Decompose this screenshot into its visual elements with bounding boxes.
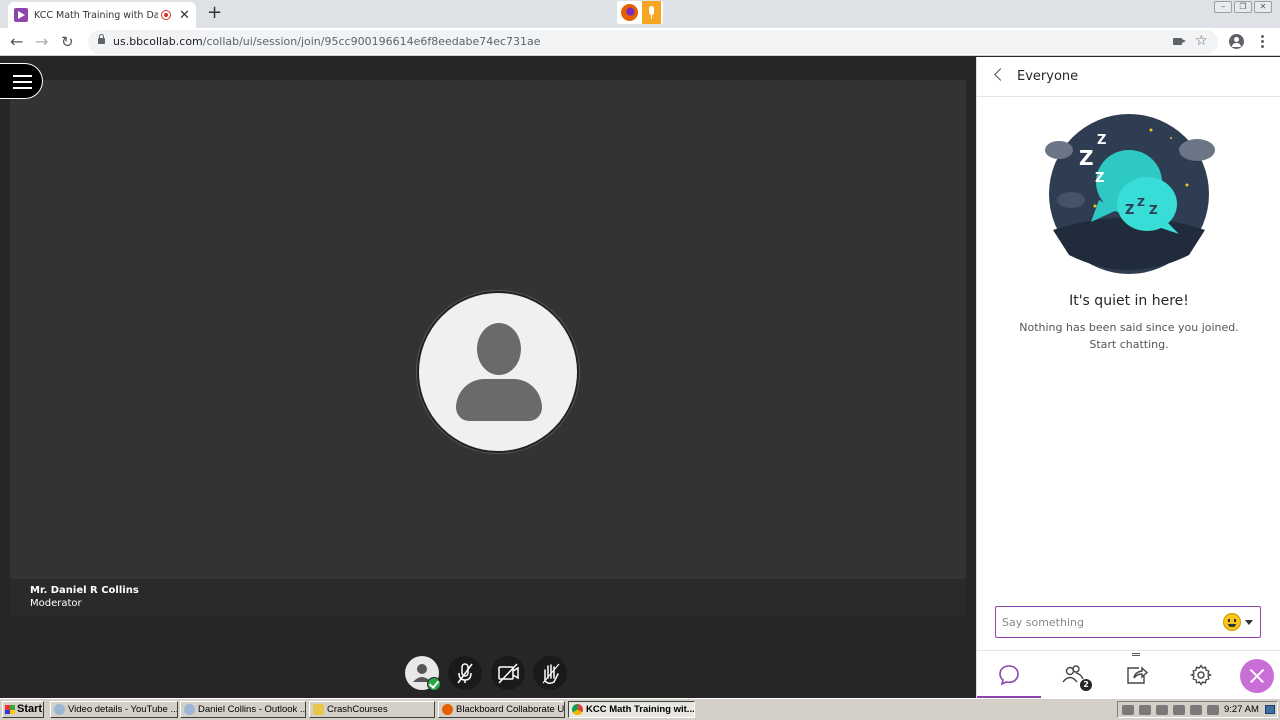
avatar-body-shape (456, 379, 542, 421)
emoji-dropdown-icon[interactable] (1245, 620, 1253, 625)
camera-in-use-icon[interactable] (1173, 38, 1186, 45)
security-icon[interactable] (1190, 705, 1202, 715)
share-content-icon (1127, 666, 1149, 684)
microphone-toggle-button[interactable] (448, 656, 482, 690)
chat-icon (999, 665, 1019, 686)
back-chevron-icon[interactable] (994, 68, 1007, 81)
address-text: us.bbcollab.com/collab/ui/session/join/9… (113, 35, 541, 48)
main-stage: Mr. Daniel R Collins Moderator (0, 57, 976, 698)
browser-icon (184, 704, 195, 715)
folder-icon (313, 704, 324, 715)
hamburger-line (13, 81, 32, 83)
taskbar-item-kcc-math[interactable]: KCC Math Training wit... (568, 701, 695, 718)
minimize-icon[interactable]: – (1214, 1, 1232, 13)
my-status-button[interactable] (405, 656, 441, 691)
microphone-in-use-icon[interactable] (642, 1, 661, 24)
panel-title: Everyone (1017, 69, 1079, 84)
bookmark-star-icon[interactable]: ☆ (1195, 33, 1208, 49)
presenter-role: Moderator (30, 598, 82, 609)
tab-settings[interactable] (1169, 651, 1233, 699)
chat-message-field[interactable] (995, 606, 1261, 638)
svg-text:Z: Z (1137, 196, 1145, 209)
tab-title: KCC Math Training with Dan Co (34, 9, 158, 21)
account-icon[interactable] (1229, 34, 1244, 49)
reload-icon[interactable]: ↻ (61, 32, 74, 52)
taskbar-item-blackboard[interactable]: Blackboard Collaborate U... (438, 701, 565, 718)
microphone-off-icon (457, 663, 473, 684)
svg-text:Z: Z (1095, 171, 1104, 186)
usb-icon[interactable] (1173, 705, 1185, 715)
window-controls: – ❐ ✕ (1214, 1, 1272, 13)
taskbar-item-youtube[interactable]: Video details - YouTube ... (50, 701, 178, 718)
sync-icon[interactable] (1156, 705, 1168, 715)
restore-icon[interactable]: ❐ (1234, 1, 1252, 13)
empty-chat-title: It's quiet in here! (1069, 293, 1189, 309)
video-area: Mr. Daniel R Collins Moderator (10, 80, 966, 617)
tab-chat[interactable] (977, 651, 1041, 699)
tab-close-icon[interactable]: ✕ (179, 9, 190, 22)
panel-tab-bar: 2 (977, 650, 1280, 699)
recording-indicator-icon (161, 10, 171, 20)
svg-text:Z: Z (1079, 146, 1094, 170)
svg-text:Z: Z (1125, 203, 1134, 218)
hamburger-line (13, 87, 32, 89)
attendee-count-badge: 2 (1080, 679, 1092, 691)
svg-text:Z: Z (1097, 133, 1106, 148)
windows-taskbar: Start Video details - YouTube ... Daniel… (0, 698, 1280, 720)
session-menu-button[interactable] (0, 63, 43, 99)
new-tab-icon[interactable]: + (207, 4, 222, 22)
empty-chat-line: Nothing has been said since you joined. (1019, 321, 1239, 334)
lock-icon (98, 34, 105, 44)
forward-arrow-icon[interactable]: → (35, 32, 48, 52)
collaborate-favicon-icon (14, 8, 28, 22)
chat-message-input[interactable] (1002, 613, 1217, 631)
tab-attendees[interactable]: 2 (1041, 651, 1140, 699)
taskbar-item-outlook[interactable]: Daniel Collins - Outlook ... (180, 701, 306, 718)
taskbar-item-crashcourses[interactable]: CrashCourses (309, 701, 435, 718)
browser-tab-active[interactable]: KCC Math Training with Dan Co ✕ (8, 2, 196, 28)
firefox-icon (442, 704, 453, 715)
svg-text:Z: Z (1149, 203, 1158, 217)
firefox-icon[interactable] (621, 4, 638, 21)
start-button[interactable]: Start (2, 701, 44, 718)
avatar-head-shape (477, 323, 521, 375)
system-tray: 9:27 AM (1117, 701, 1278, 718)
windows-logo-icon (5, 705, 15, 714)
close-panel-icon[interactable] (1240, 659, 1274, 693)
raise-hand-icon (542, 663, 560, 685)
back-arrow-icon[interactable]: ← (10, 32, 23, 52)
address-bar[interactable]: us.bbcollab.com/collab/ui/session/join/9… (88, 30, 1218, 54)
browser-icon (54, 704, 65, 715)
camera-off-icon (498, 663, 519, 684)
hamburger-line (13, 75, 32, 77)
status-check-icon (427, 677, 441, 691)
presenter-avatar (417, 291, 579, 453)
show-desktop-icon[interactable] (1265, 705, 1275, 714)
sleeping-chat-illustration-icon: Z Z Z Z Z Z (1045, 114, 1215, 274)
browser-menu-icon[interactable] (1261, 35, 1265, 50)
chrome-icon (572, 704, 583, 715)
raise-hand-button[interactable] (533, 656, 567, 690)
tray-icons (1122, 705, 1219, 715)
settings-icon (1189, 664, 1213, 686)
close-window-icon[interactable]: ✕ (1254, 1, 1272, 13)
emoji-icon[interactable] (1223, 613, 1241, 631)
extension-indicators (617, 1, 663, 24)
chat-panel: Everyone Z Z Z Z Z Z It's quiet in here!… (976, 57, 1280, 699)
panel-header: Everyone (977, 57, 1280, 97)
start-label: Start (17, 703, 43, 715)
camera-toggle-button[interactable] (491, 656, 525, 690)
volume-icon[interactable] (1139, 705, 1151, 715)
presenter-name: Mr. Daniel R Collins (30, 585, 139, 596)
empty-chat-message: Nothing has been said since you joined. … (977, 319, 1280, 353)
network-icon[interactable] (1122, 705, 1134, 715)
browser-toolbar: ← → ↻ us.bbcollab.com/collab/ui/session/… (0, 28, 1280, 56)
clock[interactable]: 9:27 AM (1224, 704, 1259, 715)
presenter-caption-bar (10, 579, 966, 617)
browser-tab-strip: KCC Math Training with Dan Co ✕ + – ❐ ✕ (0, 0, 1280, 28)
power-icon[interactable] (1207, 705, 1219, 715)
tab-share-content[interactable] (1105, 651, 1169, 699)
empty-chat-line: Start chatting. (1089, 338, 1169, 351)
